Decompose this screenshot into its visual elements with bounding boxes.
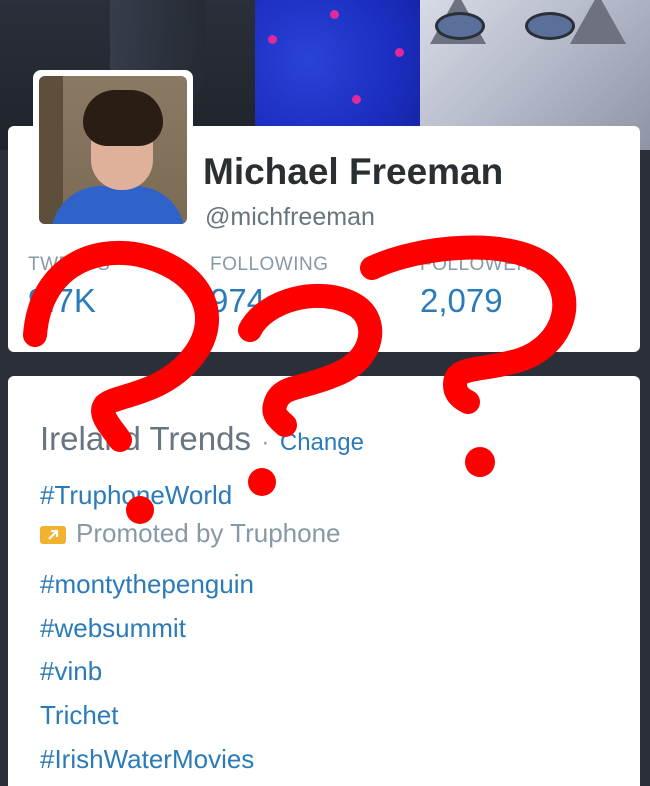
- stat-label: TWEETS: [28, 254, 111, 275]
- avatar-hair: [83, 90, 163, 146]
- trend-item[interactable]: #vinb: [40, 656, 102, 687]
- avatar-shirt: [51, 186, 185, 224]
- trend-item[interactable]: #websummit: [40, 613, 186, 644]
- stat-followers[interactable]: FOLLOWERS 2,079: [420, 254, 544, 320]
- trend-item[interactable]: #montythepenguin: [40, 569, 254, 600]
- trends-title: Ireland Trends: [40, 420, 251, 457]
- title-separator: ·: [261, 429, 270, 456]
- promoted-arrow-icon: [40, 526, 66, 545]
- cat-ear: [570, 0, 626, 44]
- stat-value: 2,079: [420, 282, 503, 319]
- profile-handle[interactable]: @michfreeman: [205, 203, 375, 232]
- stat-value: 974: [210, 282, 266, 319]
- trend-item[interactable]: #IrishWaterMovies: [40, 744, 254, 775]
- stat-tweets[interactable]: TWEETS 9.7K: [28, 254, 110, 320]
- profile-stats: TWEETS 9.7K FOLLOWING 974 FOLLOWERS 2,07…: [28, 254, 628, 344]
- profile-card: Michael Freeman @michfreeman TWEETS 9.7K…: [8, 70, 640, 352]
- cat-eye: [435, 12, 485, 40]
- pattern-dot: [395, 48, 404, 57]
- avatar[interactable]: [39, 76, 187, 224]
- trends-header: Ireland Trends · Change: [40, 420, 364, 458]
- trend-item-promoted[interactable]: #TruphoneWorld: [40, 480, 232, 511]
- trends-card: Ireland Trends · Change #TruphoneWorld P…: [8, 376, 640, 786]
- change-location-link[interactable]: Change: [280, 429, 364, 456]
- stat-following[interactable]: FOLLOWING 974: [210, 254, 329, 320]
- pattern-dot: [330, 10, 339, 19]
- stat-label: FOLLOWING: [210, 254, 329, 275]
- stat-label: FOLLOWERS: [420, 254, 544, 275]
- promoted-text: Promoted by Truphone: [76, 518, 341, 548]
- cat-eye: [525, 12, 575, 40]
- trend-item[interactable]: Trichet: [40, 700, 119, 731]
- avatar-background: [39, 76, 63, 224]
- avatar-frame[interactable]: [33, 70, 193, 230]
- stat-value: 9.7K: [28, 282, 96, 319]
- pattern-dot: [352, 95, 361, 104]
- pattern-dot: [268, 35, 277, 44]
- profile-name[interactable]: Michael Freeman: [203, 151, 503, 193]
- promoted-label: Promoted by Truphone: [40, 518, 341, 549]
